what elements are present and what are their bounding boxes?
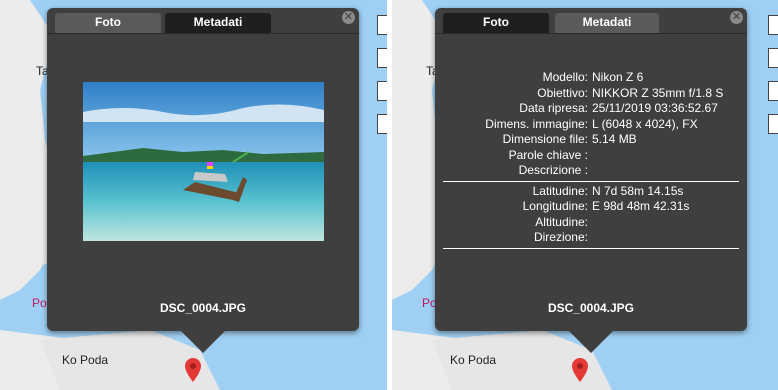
map-control-button[interactable] (768, 81, 778, 101)
metadata-row: Obiettivo: NIKKOR Z 35mm f/1.8 S (443, 86, 739, 102)
popup-body: Modello: Nikon Z 6 Obiettivo: NIKKOR Z 3… (435, 33, 747, 331)
map-control-button[interactable] (377, 48, 387, 68)
tab-foto[interactable]: Foto (55, 13, 161, 33)
metadata-row: Latitudine: N 7d 58m 14.15s (443, 184, 739, 200)
map-view-photo-tab[interactable]: Ta Po Ko Poda Foto Metadati ✕ DSC_0004.J… (0, 0, 387, 390)
photo-filename: DSC_0004.JPG (547, 301, 635, 315)
metadata-key: Modello: (542, 70, 588, 84)
photo-longtail-boat-image (83, 82, 324, 241)
metadata-table: Modello: Nikon Z 6 Obiettivo: NIKKOR Z 3… (443, 70, 739, 251)
metadata-value: N 7d 58m 14.15s (592, 183, 684, 198)
popup-tabs: Foto Metadati (443, 13, 725, 33)
metadata-key: Parole chiave : (508, 147, 588, 162)
metadata-key: Obiettivo: (537, 85, 588, 100)
close-icon[interactable]: ✕ (730, 11, 743, 24)
photo-filename: DSC_0004.JPG (159, 301, 247, 315)
map-control-button[interactable] (377, 15, 387, 35)
map-pin-icon[interactable] (572, 358, 588, 382)
photo-popup: Foto Metadati ✕ DSC_0004.JPG (47, 8, 359, 353)
popup-pointer (181, 331, 225, 353)
metadata-value (588, 230, 592, 246)
map-control-button[interactable] (768, 15, 778, 35)
metadata-value: L (6048 x 4024), FX (592, 116, 698, 131)
map-label-ko-poda: Ko Poda (450, 353, 497, 367)
map-pin-icon[interactable] (185, 358, 201, 382)
popup-tabs: Foto Metadati (55, 13, 337, 33)
metadata-row: Direzione: (443, 230, 739, 246)
map-label-pink: Po (32, 296, 47, 310)
map-label-ko-poda: Ko Poda (62, 353, 109, 367)
metadata-row: Altitudine: (443, 215, 739, 231)
metadata-row: Dimens. immagine: L (6048 x 4024), FX (443, 117, 739, 133)
metadata-value: E 98d 48m 42.31s (592, 199, 690, 213)
map-view-metadata-tab[interactable]: Ta Po Ko Poda Foto Metadati ✕ Modello: N… (392, 0, 778, 390)
metadata-value (588, 163, 592, 179)
metadata-key: Dimensione file: (502, 132, 588, 146)
photo-thumbnail[interactable] (83, 82, 324, 241)
close-icon[interactable]: ✕ (342, 11, 355, 24)
map-control-button[interactable] (768, 48, 778, 68)
popup-body: DSC_0004.JPG (47, 33, 359, 331)
metadata-value: Nikon Z 6 (592, 70, 644, 84)
tab-metadati[interactable]: Metadati (555, 13, 659, 33)
popup-pointer (569, 331, 613, 353)
metadata-key: Longitudine: (522, 199, 588, 213)
metadata-row: Data ripresa: 25/11/2019 03:36:52.67 (443, 101, 739, 117)
metadata-key: Data ripresa: (519, 101, 588, 115)
map-control-button[interactable] (377, 81, 387, 101)
metadata-key: Descrizione : (518, 163, 588, 177)
tab-foto[interactable]: Foto (443, 13, 549, 33)
metadata-divider (443, 180, 739, 183)
metadata-row: Descrizione : (443, 163, 739, 179)
metadata-key: Direzione: (533, 230, 588, 244)
metadata-divider (443, 247, 739, 250)
metadata-value: 5.14 MB (592, 132, 637, 146)
metadata-value (588, 215, 592, 231)
metadata-value: 25/11/2019 03:36:52.67 (592, 101, 718, 115)
metadata-row: Dimensione file: 5.14 MB (443, 132, 739, 148)
metadata-value: NIKKOR Z 35mm f/1.8 S (592, 85, 724, 100)
metadata-key: Dimens. immagine: (485, 116, 588, 131)
metadata-key: Altitudine: (535, 214, 588, 229)
metadata-row: Modello: Nikon Z 6 (443, 70, 739, 86)
metadata-row: Parole chiave : (443, 148, 739, 164)
tab-metadati[interactable]: Metadati (165, 13, 271, 33)
metadata-key: Latitudine: (532, 183, 588, 198)
metadata-row: Longitudine: E 98d 48m 42.31s (443, 199, 739, 215)
metadata-popup: Foto Metadati ✕ Modello: Nikon Z 6 Obiet… (435, 8, 747, 353)
metadata-value (588, 148, 592, 164)
map-control-button[interactable] (768, 114, 778, 134)
map-control-button[interactable] (377, 114, 387, 134)
